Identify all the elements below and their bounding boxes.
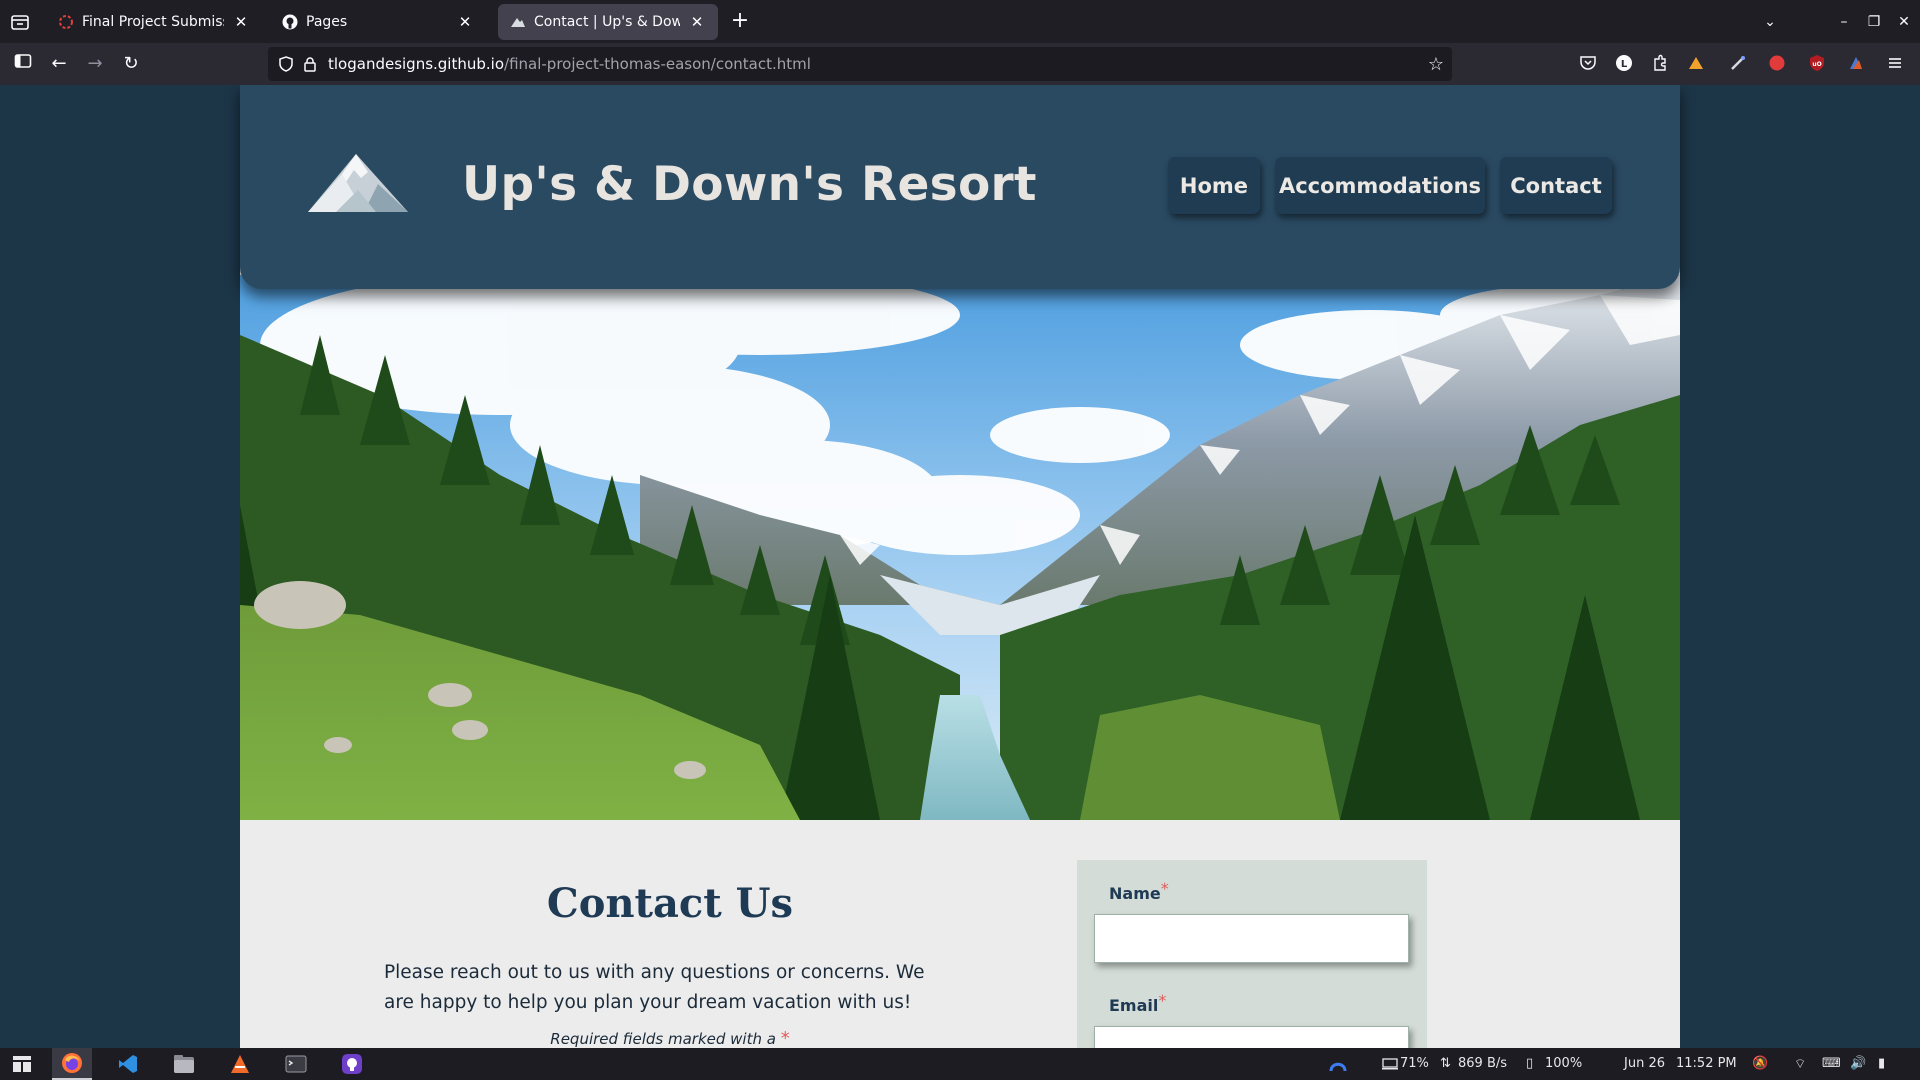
close-window-icon[interactable]: ✕ (1892, 10, 1916, 34)
nav-home-link[interactable]: Home (1168, 157, 1260, 214)
close-tab-icon[interactable]: ✕ (232, 13, 250, 31)
minimize-icon[interactable]: – (1832, 10, 1856, 34)
tab-strip: Final Project Submission ✕ Pages ✕ Conta… (0, 0, 1920, 43)
menu-icon[interactable] (1884, 52, 1906, 74)
url-host: tlogandesigns.github.io (328, 55, 505, 73)
sidebar-icon[interactable] (11, 52, 35, 76)
github-icon (282, 14, 298, 30)
name-label-text: Name (1109, 884, 1161, 903)
tab-title: Contact | Up's & Down's R (534, 14, 680, 30)
svg-text:L: L (1621, 59, 1628, 70)
nav-accommodations-link[interactable]: Accommodations (1275, 157, 1485, 214)
restore-icon[interactable]: ❐ (1862, 10, 1886, 34)
page-viewport: Up's & Down's Resort Home Accommodations… (0, 85, 1920, 1048)
contact-heading: Contact Us (546, 880, 794, 927)
url-path: /final-project-thomas-eason/contact.html (504, 55, 811, 73)
list-all-tabs-icon[interactable]: ⌄ (1758, 10, 1782, 34)
contact-intro: Please reach out to us with any question… (384, 962, 925, 1013)
loading-icon (58, 14, 74, 30)
close-tab-icon[interactable]: ✕ (688, 13, 706, 31)
brightness-percent: 100% (1545, 1056, 1583, 1071)
wifi-icon[interactable]: ⌔ (1794, 1056, 1806, 1072)
battery-percent: 71% (1400, 1056, 1429, 1071)
required-fields-note: Required fields marked with a * (240, 1028, 1100, 1048)
color-picker-icon[interactable] (1727, 52, 1749, 74)
lock-icon[interactable] (303, 56, 317, 76)
forward-button[interactable]: → (83, 52, 107, 76)
terminal-taskbar-icon[interactable] (276, 1048, 316, 1080)
bookmark-star-icon[interactable]: ☆ (1428, 54, 1444, 75)
name-field[interactable] (1094, 914, 1409, 963)
required-star: * (780, 1028, 790, 1048)
email-field[interactable] (1094, 1026, 1409, 1048)
app-orange-taskbar-icon[interactable] (220, 1048, 260, 1080)
battery-laptop-icon (1380, 1048, 1400, 1080)
contact-form: Name* Email* (1077, 860, 1427, 1048)
tab-contact[interactable]: Contact | Up's & Down's R ✕ (498, 4, 718, 40)
pocket-icon[interactable] (1577, 52, 1599, 74)
start-menu-icon[interactable] (8, 1048, 36, 1080)
firefox-taskbar-icon[interactable] (52, 1048, 92, 1080)
network-speed: 869 B/s (1458, 1056, 1508, 1071)
extension-orange-icon[interactable] (1685, 52, 1707, 74)
mountain-logo-icon[interactable] (306, 150, 410, 220)
tab-pages[interactable]: Pages ✕ (270, 4, 486, 40)
power-icon[interactable]: ▮ (1878, 1056, 1885, 1071)
account-icon[interactable]: L (1613, 52, 1635, 74)
required-note-text: Required fields marked with a (550, 1030, 776, 1048)
firefox-view-icon[interactable] (10, 12, 30, 32)
close-tab-icon[interactable]: ✕ (456, 13, 474, 31)
vscode-taskbar-icon[interactable] (108, 1048, 148, 1080)
files-taskbar-icon[interactable] (164, 1048, 204, 1080)
name-required-mark: * (1160, 879, 1169, 898)
volume-icon[interactable]: 🔊 (1850, 1056, 1866, 1071)
system-taskbar: 71% ⇅ 869 B/s ▯ 100% Jun 26 11:52 PM 🔕 ⌔… (0, 1048, 1920, 1080)
time-text[interactable]: 11:52 PM (1676, 1056, 1737, 1071)
tab-final-project[interactable]: Final Project Submission ✕ (46, 4, 262, 40)
new-tab-button[interactable]: + (728, 10, 752, 34)
site-title: Up's & Down's Resort (462, 157, 1037, 212)
reload-button[interactable]: ↻ (119, 52, 143, 76)
notifications-icon[interactable]: 🔕 (1752, 1056, 1768, 1071)
contact-section: Contact Us Please reach out to us with a… (240, 820, 1680, 1048)
ublock-icon[interactable]: uO (1806, 52, 1828, 74)
site-container: Up's & Down's Resort Home Accommodations… (240, 85, 1680, 1048)
extension-red-icon[interactable] (1766, 52, 1788, 74)
email-required-mark: * (1158, 991, 1167, 1010)
github-desktop-taskbar-icon[interactable] (332, 1048, 372, 1080)
extensions-icon[interactable] (1649, 52, 1671, 74)
keyboard-layout-icon[interactable]: ⌨ (1822, 1056, 1841, 1071)
nav-contact-link[interactable]: Contact (1500, 157, 1612, 214)
back-button[interactable]: ← (47, 52, 71, 76)
tab-title: Pages (306, 14, 348, 30)
extension-multi-icon[interactable] (1845, 52, 1867, 74)
svg-text:uO: uO (1812, 61, 1821, 68)
tracking-protection-icon[interactable] (278, 56, 294, 76)
mountain-favicon-icon (510, 14, 526, 30)
hero-mountain-image (240, 275, 1680, 820)
brightness-icon: ▯ (1526, 1056, 1534, 1071)
site-header: Up's & Down's Resort Home Accommodations… (240, 85, 1680, 289)
tab-title: Final Project Submission (82, 14, 224, 30)
date-text[interactable]: Jun 26 (1624, 1056, 1665, 1071)
email-label-text: Email (1109, 996, 1159, 1015)
arc-app-icon[interactable] (1326, 1048, 1350, 1080)
url-text[interactable]: tlogandesigns.github.io/final-project-th… (328, 55, 811, 73)
network-arrows-icon: ⇅ (1440, 1056, 1451, 1071)
email-label: Email* (1109, 991, 1166, 1015)
url-bar[interactable]: tlogandesigns.github.io/final-project-th… (268, 47, 1452, 81)
name-label: Name* (1109, 879, 1169, 903)
